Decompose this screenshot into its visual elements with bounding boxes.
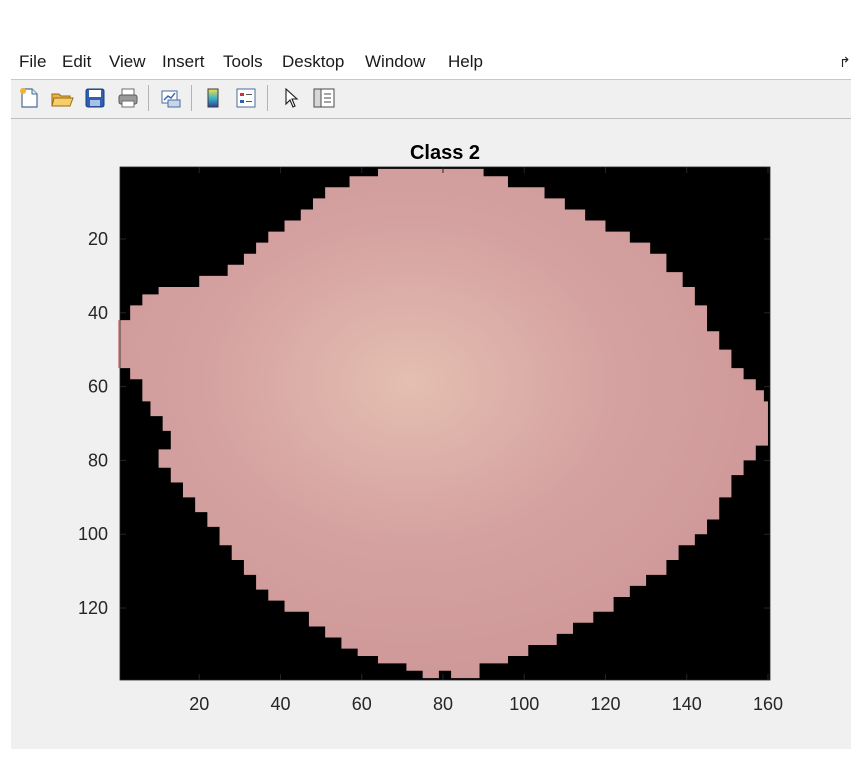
dock-arrow-icon[interactable]: ↱ bbox=[839, 54, 851, 71]
image-axes[interactable]: 20 40 60 80 100 120 140 160 20 40 60 80 100 120 Class… bbox=[11, 119, 851, 749]
menu-help[interactable]: Help bbox=[448, 52, 483, 72]
x-tick-label: 80 bbox=[433, 694, 453, 714]
colorbar-icon[interactable] bbox=[199, 84, 227, 112]
y-tick-label: 40 bbox=[88, 303, 108, 323]
menu-view[interactable]: View bbox=[109, 52, 146, 72]
save-icon[interactable] bbox=[81, 84, 109, 112]
menu-window[interactable]: Window bbox=[365, 52, 425, 72]
x-tick-label: 140 bbox=[672, 694, 702, 714]
menu-edit[interactable]: Edit bbox=[62, 52, 91, 72]
menu-desktop[interactable]: Desktop bbox=[282, 52, 344, 72]
legend-icon[interactable] bbox=[232, 84, 260, 112]
x-tick-label: 20 bbox=[189, 694, 209, 714]
x-tick-label: 160 bbox=[753, 694, 783, 714]
y-tick-label: 120 bbox=[78, 598, 108, 618]
toolbar-separator bbox=[267, 85, 268, 111]
menu-bar: File Edit View Insert Tools Desktop Wind… bbox=[11, 46, 851, 80]
x-tick-label: 60 bbox=[352, 694, 372, 714]
y-tick-label: 60 bbox=[88, 377, 108, 397]
pointer-icon[interactable] bbox=[277, 84, 305, 112]
print-icon[interactable] bbox=[114, 84, 142, 112]
axes-title: Class 2 bbox=[410, 142, 480, 164]
y-tick-label: 80 bbox=[88, 450, 108, 470]
toolbar-separator bbox=[191, 85, 192, 111]
y-tick-label: 100 bbox=[78, 524, 108, 544]
link-plot-icon[interactable] bbox=[157, 84, 185, 112]
menu-tools[interactable]: Tools bbox=[223, 52, 263, 72]
x-tick-label: 40 bbox=[270, 694, 290, 714]
image-layer bbox=[117, 167, 770, 680]
figure-canvas: 20 40 60 80 100 120 140 160 20 40 60 80 100 120 Class… bbox=[11, 119, 851, 749]
x-tick-label: 100 bbox=[509, 694, 539, 714]
menu-insert[interactable]: Insert bbox=[162, 52, 205, 72]
x-tick-label: 120 bbox=[590, 694, 620, 714]
property-inspector-icon[interactable] bbox=[309, 84, 337, 112]
menu-file[interactable]: File bbox=[19, 52, 46, 72]
open-folder-icon[interactable] bbox=[47, 84, 75, 112]
y-tick-label: 20 bbox=[88, 229, 108, 249]
figure-toolbar bbox=[11, 80, 851, 119]
toolbar-separator bbox=[148, 85, 149, 111]
new-file-icon[interactable] bbox=[15, 84, 43, 112]
